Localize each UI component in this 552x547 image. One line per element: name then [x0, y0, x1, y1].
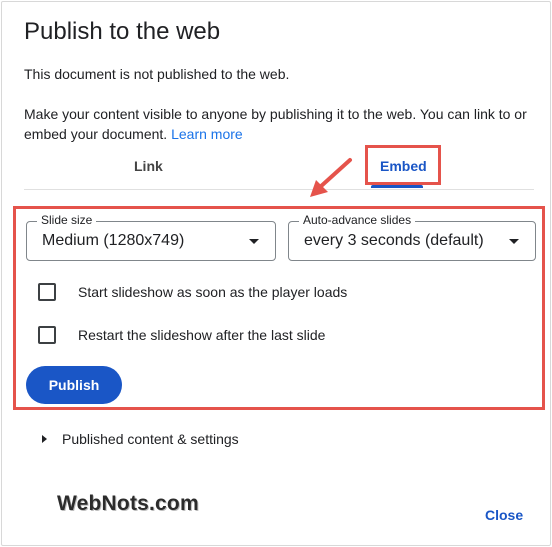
slide-size-value: Medium (1280x749): [42, 232, 185, 249]
start-slideshow-label: Start slideshow as soon as the player lo…: [78, 284, 348, 300]
expand-triangle-icon: [42, 435, 47, 443]
tab-bar: Link Embed: [24, 150, 534, 190]
slide-size-select[interactable]: Slide size Medium (1280x749): [26, 213, 276, 261]
embed-tab-highlight: [365, 145, 441, 185]
dialog-description: Make your content visible to anyone by p…: [24, 104, 534, 144]
dialog-title: Publish to the web: [24, 18, 221, 45]
description-text: Make your content visible to anyone by p…: [24, 106, 527, 142]
published-settings-label: Published content & settings: [62, 431, 239, 447]
pointer-arrow-icon: [310, 158, 352, 197]
publish-button[interactable]: Publish: [26, 366, 122, 404]
auto-advance-select[interactable]: Auto-advance slides every 3 seconds (def…: [288, 213, 536, 261]
watermark-logo: WebNots.com: [57, 492, 199, 515]
publish-dialog: Publish to the web This document is not …: [1, 1, 551, 546]
tab-link[interactable]: Link: [134, 158, 163, 174]
auto-advance-label: Auto-advance slides: [299, 213, 416, 227]
active-tab-indicator: [371, 185, 423, 188]
embed-options-panel: Slide size Medium (1280x749) Auto-advanc…: [13, 206, 545, 410]
restart-slideshow-label: Restart the slideshow after the last sli…: [78, 327, 326, 343]
slide-size-label: Slide size: [37, 213, 97, 227]
publish-status: This document is not published to the we…: [24, 66, 290, 82]
start-slideshow-checkbox[interactable]: [38, 283, 56, 301]
dropdown-caret-icon: [509, 239, 519, 244]
auto-advance-value: every 3 seconds (default): [304, 232, 484, 249]
close-button[interactable]: Close: [485, 507, 523, 523]
dropdown-caret-icon: [249, 239, 259, 244]
restart-slideshow-checkbox[interactable]: [38, 326, 56, 344]
learn-more-link[interactable]: Learn more: [171, 126, 243, 142]
